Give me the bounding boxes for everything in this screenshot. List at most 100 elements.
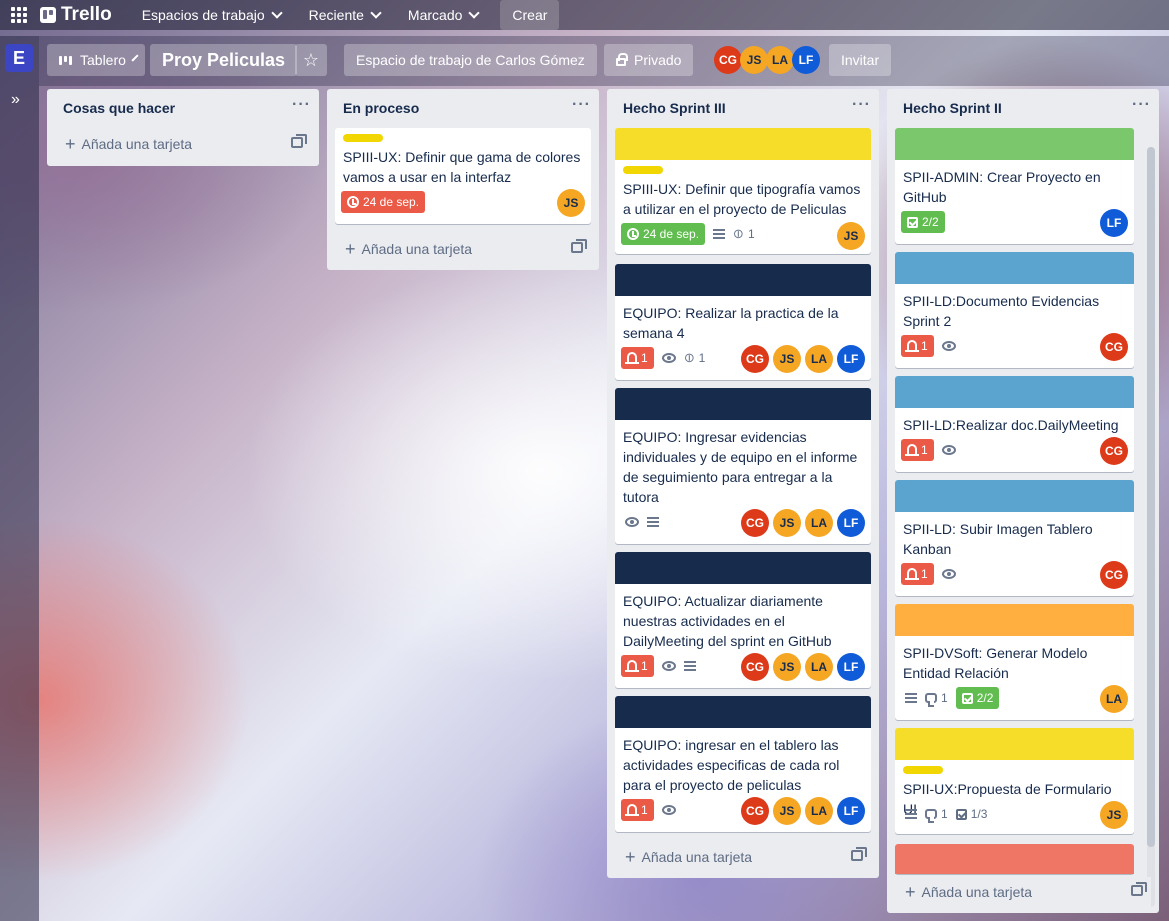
list-menu-icon[interactable]: ··· [572,96,591,120]
card-member-avatar[interactable]: LF [837,345,865,373]
checklist-count: 1/3 [970,807,988,821]
workspace-avatar[interactable]: E [5,44,33,72]
list-hecho-sprint-iii: Hecho Sprint III ··· SPIII-UX: Definir q… [607,89,879,878]
card[interactable]: SPII-LD:Documento Evidencias Sprint 2 1 … [895,252,1134,368]
notification-badge[interactable]: 1 [621,655,654,677]
comment-icon [925,693,937,707]
checklist-count: 2/2 [922,215,939,229]
watch-eye-icon [661,805,676,815]
workspace-button[interactable]: Espacio de trabajo de Carlos Gómez [344,44,597,76]
trello-logo-icon [40,7,56,23]
add-card-button[interactable]: + Añada una tarjeta [55,129,311,159]
expand-sidebar-icon[interactable]: » [11,91,20,109]
add-card-button[interactable]: + Añada una tarjeta [335,234,591,264]
workspace-label: Espacio de trabajo de Carlos Gómez [356,52,585,68]
list-menu-icon[interactable]: ··· [1132,96,1151,120]
watch-eye-icon [625,517,639,527]
invite-button[interactable]: Invitar [829,44,892,76]
card-member-avatar[interactable]: LF [1100,209,1128,237]
card[interactable]: EQUIPO: Ingresar evidencias individuales… [615,388,871,544]
card[interactable]: SPII-LD: Subir Imagen Tablero Kanban 1 C… [895,480,1134,596]
attachments-count: 1 [698,351,706,365]
card-template-icon[interactable] [571,239,587,253]
list-menu-icon[interactable]: ··· [852,96,871,120]
card-member-avatar[interactable]: JS [773,653,801,681]
card-member-avatar[interactable]: JS [773,345,801,373]
card-member-avatar[interactable]: LA [1100,685,1128,713]
card-member-avatar[interactable]: CG [741,509,769,537]
member-avatar[interactable]: JS [740,46,768,74]
member-avatar[interactable]: LF [792,46,820,74]
card-member-avatar[interactable]: JS [837,222,865,250]
list-title[interactable]: Cosas que hacer [63,100,175,116]
member-avatar[interactable]: LA [766,46,794,74]
create-button[interactable]: Crear [500,0,560,30]
card-template-icon[interactable] [851,847,867,861]
card[interactable]: SPII-LD:Realizar doc.DailyMeeting 1 CG [895,376,1134,472]
card[interactable]: EQUIPO: Realizar la practica de la seman… [615,264,871,380]
card-member-avatar[interactable]: CG [741,345,769,373]
card-member-avatar[interactable]: CG [1100,561,1128,589]
card-template-icon[interactable] [291,134,307,148]
list-scrollbar[interactable] [1147,147,1155,907]
card-member-avatar[interactable]: CG [1100,437,1128,465]
card-member-avatar[interactable]: JS [773,509,801,537]
notification-badge[interactable]: 1 [901,335,934,357]
card-member-avatar[interactable]: JS [557,189,585,217]
checklist-badge: 2/2 [901,211,945,233]
notification-badge[interactable]: 1 [901,439,934,461]
card-member-avatar[interactable]: LF [837,797,865,825]
card-member-avatar[interactable]: LF [837,653,865,681]
board-table-icon [59,55,72,65]
lock-icon [616,53,628,66]
card-member-avatar[interactable]: CG [741,797,769,825]
card[interactable]: SPII-UX:Propuesta de Formulario UI 1 1/3… [895,728,1134,834]
card[interactable]: SPII-ADMIN: Crear Proyecto en GitHub 2/2… [895,128,1134,244]
notification-badge[interactable]: 1 [621,799,654,821]
notification-badge[interactable]: 1 [901,563,934,585]
card-member-avatar[interactable]: JS [1100,801,1128,829]
card-member-avatar[interactable]: LA [805,345,833,373]
card[interactable]: EQUIPO: Actualizar diariamente nuestras … [615,552,871,688]
notification-badge[interactable]: 1 [621,347,654,369]
list-title[interactable]: Hecho Sprint III [623,100,726,116]
add-card-button[interactable]: + Añada una tarjeta [615,842,871,872]
attachments-badge: ⊘ 1 [680,348,706,366]
board-view-switcher[interactable]: Tablero [47,44,145,76]
list-menu-icon[interactable]: ··· [292,96,311,120]
card-member-avatar[interactable]: LA [805,509,833,537]
card[interactable]: SPIII-UX: Definir que gama de colores va… [335,128,591,224]
card[interactable]: SPIII-UX: Definir que tipografía vamos a… [615,128,871,254]
card[interactable]: EQUIPO: ingresar en el tablero las activ… [615,696,871,832]
starred-menu[interactable]: Marcado [396,0,490,30]
due-date-badge[interactable]: 24 de sep. [341,191,426,213]
apps-grid-icon[interactable] [8,4,30,26]
visibility-button[interactable]: Privado [604,44,694,76]
card-member-avatar[interactable]: LA [805,653,833,681]
list-title[interactable]: En proceso [343,100,419,116]
card-member-avatar[interactable]: CG [741,653,769,681]
due-date-badge[interactable]: 24 de sep. [621,223,706,245]
star-board-button[interactable]: ☆ [295,44,327,76]
card[interactable]: SPII-DVSoft: Generar Modelo Entidad Rela… [895,604,1134,720]
card-template-icon[interactable] [1131,882,1147,896]
card-partial[interactable] [895,844,1134,874]
watch-eye-icon [661,661,676,671]
card-member-avatar[interactable]: LA [805,797,833,825]
due-date: 24 de sep. [643,227,700,241]
list-title[interactable]: Hecho Sprint II [903,100,1002,116]
workspace-sidebar: E » [0,36,39,921]
board-title-button[interactable]: Proy Peliculas [150,44,298,76]
add-card-button[interactable]: + Añada una tarjeta [895,877,1151,907]
recent-menu[interactable]: Reciente [297,0,392,30]
trello-logo[interactable]: Trello [40,4,112,26]
workspaces-menu[interactable]: Espacios de trabajo [130,0,293,30]
member-avatar[interactable]: CG [714,46,742,74]
scrollbar-thumb[interactable] [1147,147,1155,847]
card-member-avatar[interactable]: CG [1100,333,1128,361]
card-member-avatar[interactable]: LF [837,509,865,537]
board-title: Proy Peliculas [162,49,286,70]
attachments-badge: ⊘ 1 [729,224,755,242]
card-member-avatar[interactable]: JS [773,797,801,825]
chevron-down-icon [468,7,481,19]
